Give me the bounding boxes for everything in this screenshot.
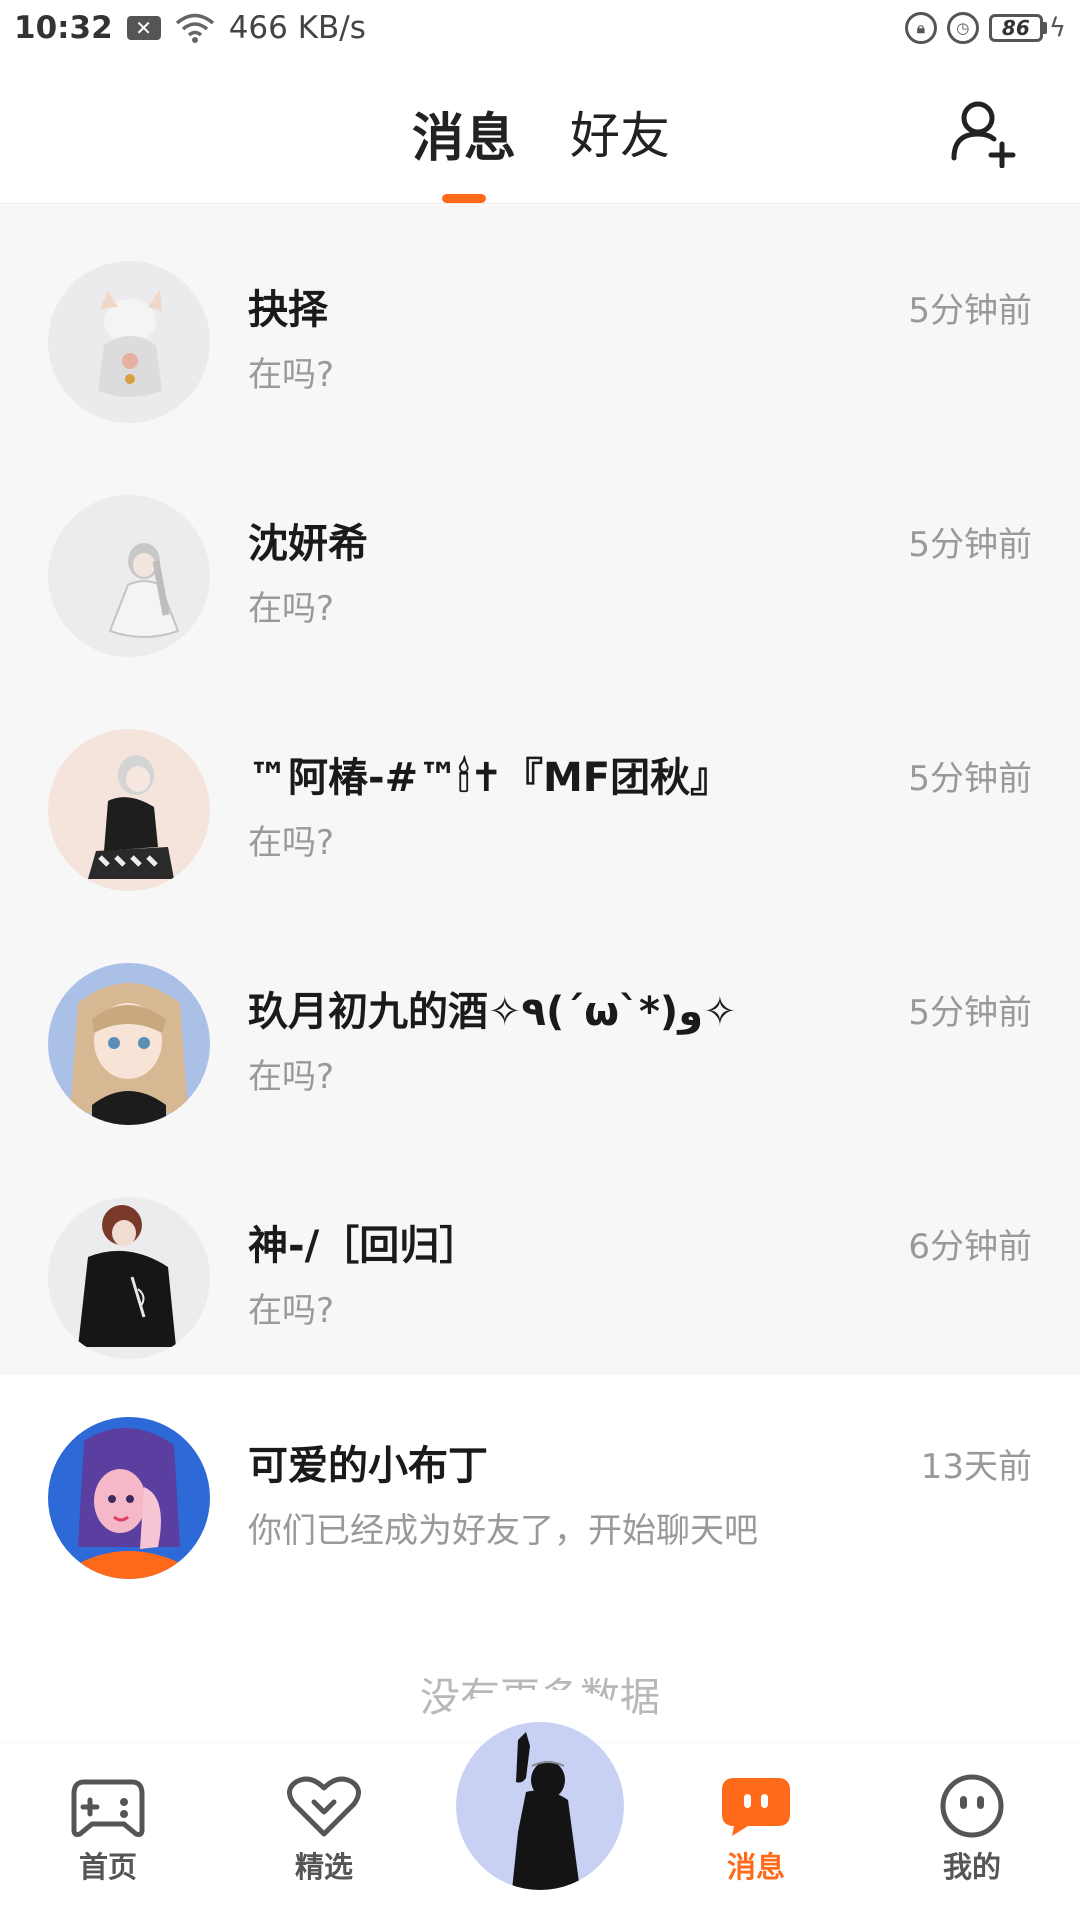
chat-bubble-icon	[722, 1778, 790, 1836]
nav-label-messages: 消息	[726, 1850, 785, 1884]
smiley-icon	[940, 1774, 1004, 1838]
network-speed: 466 KB/s	[228, 10, 366, 46]
nav-center-avatar-button[interactable]	[456, 1722, 624, 1890]
message-time: 5分钟前	[908, 291, 1032, 331]
heart-icon	[287, 1776, 361, 1837]
contact-name: 沈妍希	[248, 521, 368, 567]
conversation-list: 抉择 在吗? 5分钟前 沈妍希 在吗? 5分钟前 ™阿椿-#™🕯✝『MF团秋』 …	[0, 205, 1080, 1609]
nav-item-home[interactable]: 首页	[48, 1774, 168, 1886]
message-time: 13天前	[920, 1447, 1032, 1487]
contact-name: 抉择	[248, 287, 328, 333]
message-time: 5分钟前	[908, 759, 1032, 799]
gamepad-icon	[71, 1779, 145, 1837]
alarm-icon: ◷	[946, 12, 979, 44]
conversation-row[interactable]: 玖月初九的酒✧٩(ˊωˋ*)و✧ 在吗? 5分钟前	[0, 907, 1080, 1141]
message-preview: 你们已经成为好友了，开始聊天吧	[248, 1511, 758, 1551]
contact-name: 可爱的小布丁	[248, 1443, 488, 1489]
battery-icon: 86 ϟ	[988, 13, 1066, 43]
contact-name: 玖月初九的酒✧٩(ˊωˋ*)و✧	[248, 989, 737, 1035]
avatar[interactable]	[48, 729, 210, 891]
conversation-row[interactable]: 神-/［回归］ 在吗? 6分钟前	[0, 1141, 1080, 1375]
message-preview: 在吗?	[248, 355, 335, 395]
contact-name: 神-/［回归］	[248, 1223, 480, 1269]
conversation-row[interactable]: ™阿椿-#™🕯✝『MF团秋』 在吗? 5分钟前	[0, 673, 1080, 907]
message-time: 5分钟前	[908, 525, 1032, 565]
wifi-icon	[175, 12, 215, 44]
avatar[interactable]	[48, 1197, 210, 1359]
conversation-row[interactable]: 沈妍希 在吗? 5分钟前	[0, 439, 1080, 673]
nav-item-picks[interactable]: 精选	[264, 1774, 384, 1886]
message-preview: 在吗?	[248, 1291, 335, 1331]
nav-label-home: 首页	[78, 1850, 137, 1884]
lock-rotation-icon: 🔒︎	[904, 12, 937, 44]
nav-item-me[interactable]: 我的	[912, 1774, 1032, 1886]
avatar[interactable]	[48, 1417, 210, 1579]
nav-label-me: 我的	[942, 1850, 1001, 1884]
conversation-row[interactable]: 抉择 在吗? 5分钟前	[0, 205, 1080, 439]
message-preview: 在吗?	[248, 589, 335, 629]
status-bar: 10:32 ✕ 466 KB/s 🔒︎ ◷ 86 ϟ	[0, 0, 1080, 56]
conversation-row[interactable]: 可爱的小布丁 你们已经成为好友了，开始聊天吧 13天前	[0, 1375, 1080, 1609]
person-add-icon	[951, 101, 1016, 169]
tab-friends[interactable]: 好友	[570, 96, 670, 168]
contact-name: ™阿椿-#™🕯✝『MF团秋』	[248, 755, 731, 801]
active-tab-indicator	[442, 194, 486, 203]
header: 消息 好友	[0, 56, 1080, 204]
nav-item-messages[interactable]: 消息	[696, 1774, 816, 1886]
message-time: 5分钟前	[908, 993, 1032, 1033]
message-preview: 在吗?	[248, 1057, 335, 1097]
avatar[interactable]	[48, 261, 210, 423]
avatar[interactable]	[48, 963, 210, 1125]
message-time: 6分钟前	[908, 1227, 1032, 1267]
notification-icon: ✕	[126, 16, 161, 40]
tab-messages[interactable]: 消息	[412, 96, 516, 171]
message-preview: 在吗?	[248, 823, 335, 863]
nav-label-picks: 精选	[294, 1850, 353, 1884]
battery-level: 86	[988, 14, 1043, 42]
status-time: 10:32	[14, 10, 113, 46]
add-friend-button[interactable]	[948, 96, 1020, 169]
charging-icon: ϟ	[1048, 13, 1066, 43]
avatar[interactable]	[48, 495, 210, 657]
